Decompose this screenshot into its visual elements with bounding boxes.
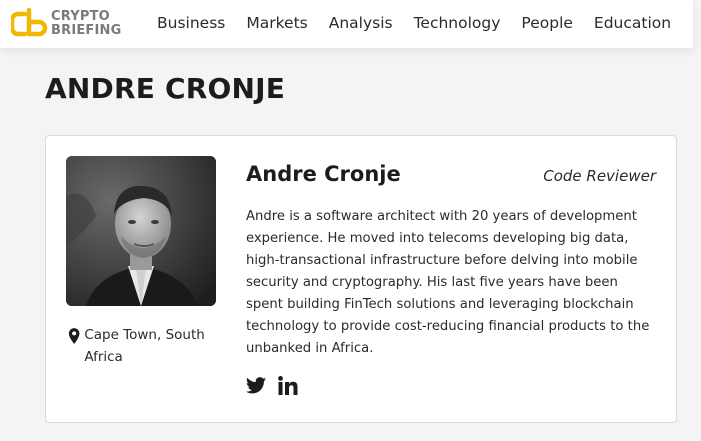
location-pin-icon <box>68 328 80 344</box>
author-portrait-icon <box>66 156 216 306</box>
author-photo <box>66 156 216 306</box>
nav-technology[interactable]: Technology <box>414 14 501 32</box>
nav-people[interactable]: People <box>521 14 573 32</box>
page-title: ANDRE CRONJE <box>45 72 286 105</box>
nav-markets[interactable]: Markets <box>246 14 307 32</box>
social-links <box>246 376 298 400</box>
logo-line-1: CRYPTO <box>51 9 110 24</box>
nav-business[interactable]: Business <box>157 14 225 32</box>
author-role: Code Reviewer <box>543 167 656 185</box>
author-bio: Andre is a software architect with 20 ye… <box>246 209 650 356</box>
linkedin-link[interactable] <box>278 376 298 400</box>
crypto-briefing-logo-icon <box>11 8 48 37</box>
page: CRYPTO BRIEFING Business Markets Analysi… <box>0 0 701 441</box>
twitter-icon <box>246 377 266 394</box>
location-text: Cape Town, South Africa <box>84 327 205 365</box>
main-nav: Business Markets Analysis Technology Peo… <box>157 14 671 32</box>
twitter-link[interactable] <box>246 377 266 399</box>
logo-line-2: BRIEFING <box>51 23 122 38</box>
author-name: Andre Cronje <box>246 162 401 186</box>
author-card: Cape Town, South Africa Andre Cronje Cod… <box>45 135 677 423</box>
author-location: Cape Town, South Africa <box>68 326 228 368</box>
nav-analysis[interactable]: Analysis <box>329 14 393 32</box>
linkedin-icon <box>278 376 298 395</box>
logo-wordmark: CRYPTO BRIEFING <box>51 10 122 38</box>
nav-education[interactable]: Education <box>594 14 671 32</box>
site-header: CRYPTO BRIEFING Business Markets Analysi… <box>0 0 693 48</box>
site-logo[interactable]: CRYPTO BRIEFING <box>11 8 133 40</box>
